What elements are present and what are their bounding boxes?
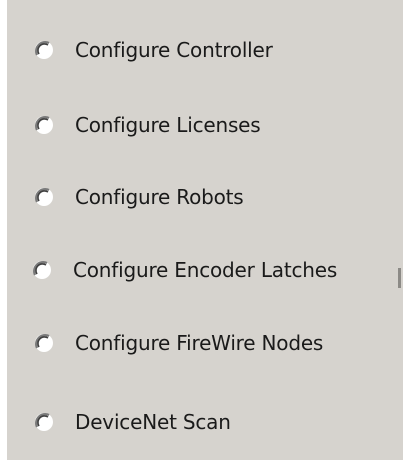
radio-option-configure-firewire-nodes[interactable]: Configure FireWire Nodes: [33, 325, 323, 361]
radio-option-configure-encoder-latches[interactable]: Configure Encoder Latches: [31, 252, 337, 288]
option-label: Configure Licenses: [75, 113, 261, 137]
bottom-strip: [0, 460, 403, 468]
option-label: Configure Encoder Latches: [73, 258, 338, 282]
radio-unchecked-icon[interactable]: [33, 332, 55, 354]
option-label: Configure FireWire Nodes: [75, 331, 324, 355]
option-label: Configure Controller: [75, 38, 273, 62]
radio-option-configure-controller[interactable]: Configure Controller: [33, 32, 273, 68]
radio-unchecked-icon[interactable]: [31, 259, 53, 281]
radio-unchecked-icon[interactable]: [33, 186, 55, 208]
option-label: Configure Robots: [75, 185, 244, 209]
radio-option-configure-licenses[interactable]: Configure Licenses: [33, 107, 261, 143]
radio-unchecked-icon[interactable]: [33, 411, 55, 433]
panel-edge-divider: [398, 268, 401, 288]
radio-unchecked-icon[interactable]: [33, 39, 55, 61]
radio-unchecked-icon[interactable]: [33, 114, 55, 136]
options-panel: Configure Controller Configure Licenses …: [7, 0, 403, 460]
radio-option-configure-robots[interactable]: Configure Robots: [33, 179, 244, 215]
option-label: DeviceNet Scan: [75, 410, 231, 434]
radio-option-devicenet-scan[interactable]: DeviceNet Scan: [33, 404, 231, 440]
